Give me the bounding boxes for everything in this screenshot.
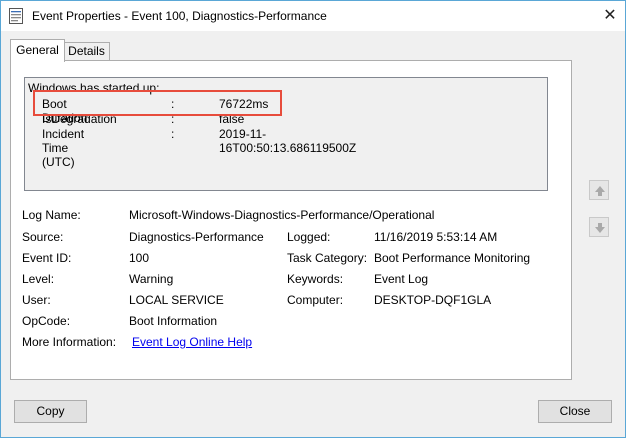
tab-general[interactable]: General [10, 39, 65, 62]
level-value: Warning [129, 272, 174, 286]
user-value: LOCAL SERVICE [129, 293, 224, 307]
event-log-online-help-link[interactable]: Event Log Online Help [132, 335, 252, 349]
event-id-label: Event ID: [22, 251, 72, 265]
description-separator: : [171, 127, 175, 141]
tab-details[interactable]: Details [63, 42, 110, 60]
description-value: 2019-11-16T00:50:13.686119500Z [219, 127, 357, 155]
task-category-value: Boot Performance Monitoring [374, 251, 531, 265]
opcode-label: OpCode: [22, 314, 71, 328]
close-icon[interactable]: ✕ [597, 4, 623, 28]
title-bar: Event Properties - Event 100, Diagnostic… [1, 1, 625, 31]
copy-button[interactable]: Copy [14, 400, 87, 423]
keywords-label: Keywords: [287, 272, 344, 286]
close-button[interactable]: Close [538, 400, 612, 423]
highlight-annotation [33, 90, 282, 116]
user-label: User: [22, 293, 51, 307]
arrow-down-icon [595, 223, 605, 233]
window-title: Event Properties - Event 100, Diagnostic… [32, 9, 327, 23]
task-category-label: Task Category: [287, 251, 368, 265]
computer-value: DESKTOP-DQF1GLA [374, 293, 492, 307]
opcode-value: Boot Information [129, 314, 218, 328]
keywords-value: Event Log [374, 272, 429, 286]
source-label: Source: [22, 230, 64, 244]
arrow-up-icon [595, 186, 605, 196]
logged-value: 11/16/2019 5:53:14 AM [374, 230, 498, 244]
computer-label: Computer: [287, 293, 344, 307]
next-event-button[interactable] [589, 217, 609, 237]
level-label: Level: [22, 272, 55, 286]
description-key: Incident Time (UTC) [42, 127, 85, 169]
log-name-label: Log Name: [22, 208, 81, 222]
log-name-value: Microsoft-Windows-Diagnostics-Performanc… [129, 208, 435, 222]
previous-event-button[interactable] [589, 180, 609, 200]
logged-label: Logged: [287, 230, 331, 244]
event-log-icon [9, 8, 23, 24]
event-id-value: 100 [129, 251, 150, 265]
source-value: Diagnostics-Performance [129, 230, 264, 244]
more-information-label: More Information: [22, 335, 117, 349]
